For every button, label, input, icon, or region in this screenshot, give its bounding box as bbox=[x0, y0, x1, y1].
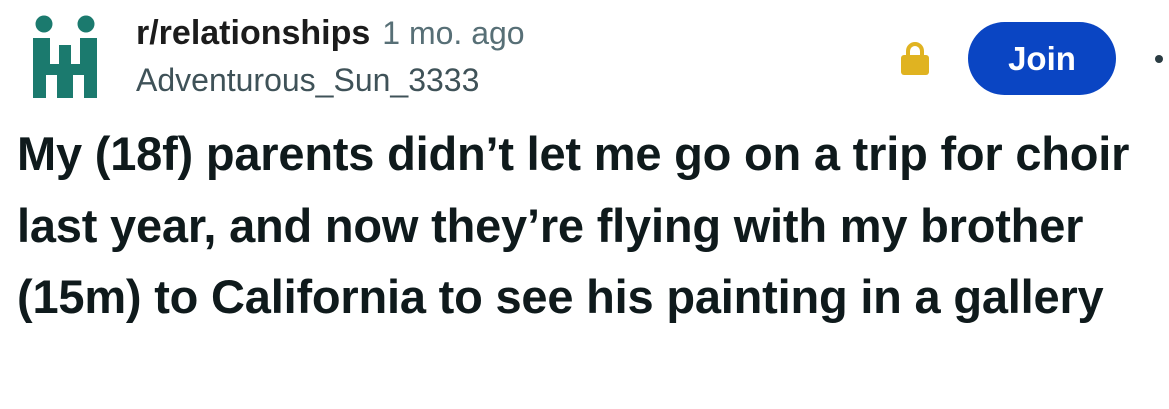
post-time: 1 mo. ago bbox=[382, 15, 525, 51]
subreddit-name[interactable]: r/relationships bbox=[136, 14, 370, 53]
post-title[interactable]: My (18f) parents didn’t let me go on a t… bbox=[17, 118, 1165, 333]
post-meta: r/relationships 1 mo. ago bbox=[136, 14, 525, 58]
overflow-menu-icon[interactable] bbox=[1155, 55, 1163, 63]
author-username[interactable]: Adventurous_Sun_3333 bbox=[136, 62, 479, 99]
post-header: r/relationships 1 mo. ago Adventurous_Su… bbox=[0, 0, 1169, 110]
subreddit-people-icon[interactable] bbox=[30, 14, 100, 100]
join-button[interactable]: Join bbox=[968, 22, 1116, 95]
lock-icon bbox=[901, 42, 929, 75]
